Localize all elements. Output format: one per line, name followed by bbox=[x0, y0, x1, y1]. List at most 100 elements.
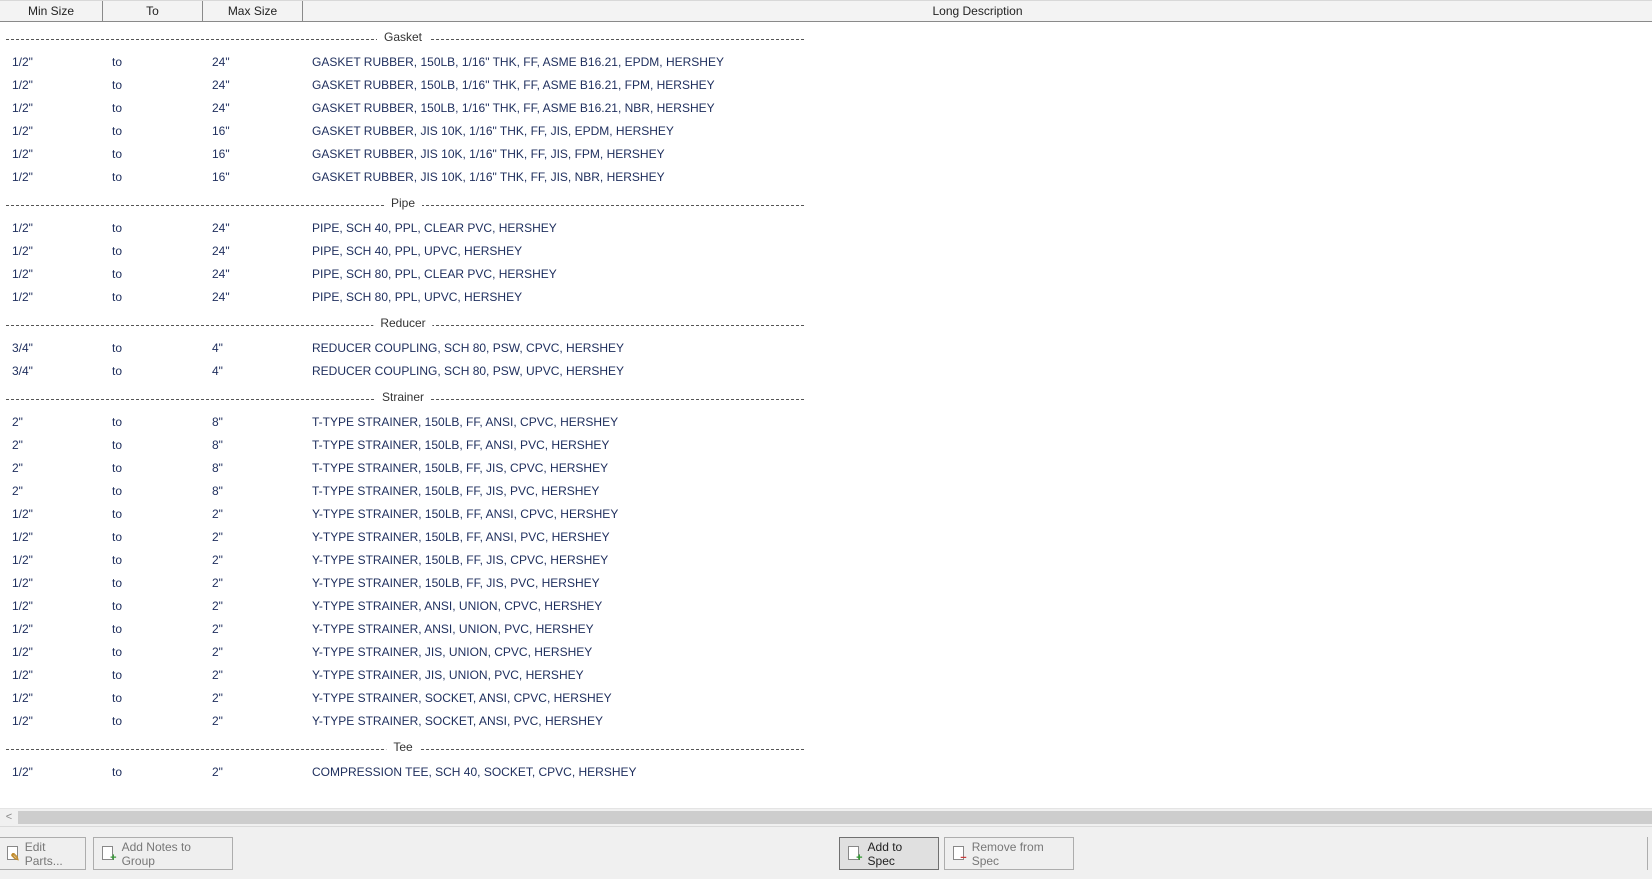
add-note-icon: + bbox=[101, 845, 117, 863]
min-size-cell: 1/2" bbox=[12, 290, 33, 304]
to-cell: to bbox=[112, 599, 123, 613]
long-description-cell: GASKET RUBBER, JIS 10K, 1/16" THK, FF, J… bbox=[312, 147, 665, 161]
add-notes-to-group-button[interactable]: + Add Notes to Group bbox=[93, 837, 233, 870]
part-row[interactable]: 1/2" to 2" Y-TYPE STRAINER, SOCKET, ANSI, P… bbox=[0, 710, 1652, 733]
to-cell: to bbox=[112, 267, 123, 281]
part-row[interactable]: 1/2" to 2" Y-TYPE STRAINER, JIS, UNION, CPV… bbox=[0, 641, 1652, 664]
bottom-toolbar: ✎ Edit Parts... + Add Notes to Group + A… bbox=[0, 826, 1652, 879]
min-size-cell: 1/2" bbox=[12, 714, 33, 728]
part-row[interactable]: 2" to 8" T-TYPE STRAINER, 150LB, FF, ANSI, … bbox=[0, 411, 1652, 434]
to-cell: to bbox=[112, 290, 123, 304]
to-cell: to bbox=[112, 147, 123, 161]
add-to-spec-icon: + bbox=[847, 845, 863, 863]
min-size-cell: 1/2" bbox=[12, 553, 33, 567]
part-row[interactable]: 1/2" to 24" GASKET RUBBER, 150LB, 1/16" THK… bbox=[0, 74, 1652, 97]
part-row[interactable]: 1/2" to 16" GASKET RUBBER, JIS 10K, 1/16" T… bbox=[0, 120, 1652, 143]
max-size-cell: 24" bbox=[212, 267, 230, 281]
part-row[interactable]: 1/2" to 2" Y-TYPE STRAINER, 150LB, FF, JIS,… bbox=[0, 572, 1652, 595]
part-row[interactable]: 2" to 8" T-TYPE STRAINER, 150LB, FF, ANSI, … bbox=[0, 434, 1652, 457]
long-description-cell: GASKET RUBBER, JIS 10K, 1/16" THK, FF, J… bbox=[312, 170, 665, 184]
column-header-to[interactable]: To bbox=[103, 1, 203, 21]
remove-from-spec-button[interactable]: − Remove from Spec bbox=[944, 837, 1074, 870]
to-cell: to bbox=[112, 622, 123, 636]
scrollbar-thumb[interactable] bbox=[18, 811, 1652, 824]
min-size-cell: 2" bbox=[12, 461, 23, 475]
to-cell: to bbox=[112, 507, 123, 521]
part-row[interactable]: 2" to 8" T-TYPE STRAINER, 150LB, FF, JIS, P… bbox=[0, 480, 1652, 503]
group-label: Pipe bbox=[383, 196, 423, 210]
to-cell: to bbox=[112, 415, 123, 429]
long-description-cell: REDUCER COUPLING, SCH 80, PSW, CPVC, HER… bbox=[312, 341, 625, 355]
group-label: Strainer bbox=[374, 390, 432, 404]
long-description-cell: PIPE, SCH 80, PPL, CLEAR PVC, HERSHEY bbox=[312, 267, 557, 281]
min-size-cell: 1/2" bbox=[12, 691, 33, 705]
long-description-cell: T-TYPE STRAINER, 150LB, FF, JIS, CPVC, H… bbox=[312, 461, 609, 475]
to-cell: to bbox=[112, 691, 123, 705]
add-to-spec-button[interactable]: + Add to Spec bbox=[839, 837, 939, 870]
max-size-cell: 2" bbox=[212, 576, 223, 590]
long-description-cell: T-TYPE STRAINER, 150LB, FF, JIS, PVC, HE… bbox=[312, 484, 600, 498]
part-row[interactable]: 1/2" to 2" Y-TYPE STRAINER, ANSI, UNION, PV… bbox=[0, 618, 1652, 641]
part-row[interactable]: 1/2" to 2" Y-TYPE STRAINER, JIS, UNION, PVC… bbox=[0, 664, 1652, 687]
column-header-long-description[interactable]: Long Description bbox=[303, 1, 1652, 21]
to-cell: to bbox=[112, 461, 123, 475]
max-size-cell: 24" bbox=[212, 55, 230, 69]
group-label: Reducer bbox=[373, 316, 433, 330]
long-description-cell: Y-TYPE STRAINER, ANSI, UNION, PVC, HERSH… bbox=[312, 622, 594, 636]
part-row[interactable]: 1/2" to 24" GASKET RUBBER, 150LB, 1/16" THK… bbox=[0, 97, 1652, 120]
part-row[interactable]: 3/4" to 4" REDUCER COUPLING, SCH 80, PSW, U… bbox=[0, 360, 1652, 383]
part-row[interactable]: 1/2" to 2" Y-TYPE STRAINER, SOCKET, ANSI, C… bbox=[0, 687, 1652, 710]
max-size-cell: 24" bbox=[212, 221, 230, 235]
part-row[interactable]: 1/2" to 24" PIPE, SCH 40, PPL, UPVC, HERSHE… bbox=[0, 240, 1652, 263]
min-size-cell: 3/4" bbox=[12, 341, 33, 355]
to-cell: to bbox=[112, 484, 123, 498]
max-size-cell: 4" bbox=[212, 364, 223, 378]
min-size-cell: 1/2" bbox=[12, 101, 33, 115]
part-row[interactable]: 1/2" to 24" GASKET RUBBER, 150LB, 1/16" THK… bbox=[0, 51, 1652, 74]
max-size-cell: 16" bbox=[212, 147, 230, 161]
to-cell: to bbox=[112, 765, 123, 779]
long-description-cell: GASKET RUBBER, 150LB, 1/16" THK, FF, ASM… bbox=[312, 78, 715, 92]
long-description-cell: COMPRESSION TEE, SCH 40, SOCKET, CPVC, H… bbox=[312, 765, 637, 779]
part-row[interactable]: 3/4" to 4" REDUCER COUPLING, SCH 80, PSW, C… bbox=[0, 337, 1652, 360]
part-row[interactable]: 1/2" to 24" PIPE, SCH 80, PPL, UPVC, HERSHE… bbox=[0, 286, 1652, 309]
to-cell: to bbox=[112, 55, 123, 69]
part-row[interactable]: 1/2" to 2" COMPRESSION TEE, SCH 40, SOCKET,… bbox=[0, 761, 1652, 784]
min-size-cell: 1/2" bbox=[12, 645, 33, 659]
max-size-cell: 2" bbox=[212, 599, 223, 613]
horizontal-scrollbar[interactable]: < bbox=[0, 808, 1652, 826]
part-row[interactable]: 2" to 8" T-TYPE STRAINER, 150LB, FF, JIS, C… bbox=[0, 457, 1652, 480]
to-cell: to bbox=[112, 645, 123, 659]
max-size-cell: 2" bbox=[212, 691, 223, 705]
long-description-cell: Y-TYPE STRAINER, 150LB, FF, ANSI, CPVC, … bbox=[312, 507, 619, 521]
column-header-min-size[interactable]: Min Size bbox=[0, 1, 103, 21]
long-description-cell: GASKET RUBBER, 150LB, 1/16" THK, FF, ASM… bbox=[312, 55, 724, 69]
to-cell: to bbox=[112, 221, 123, 235]
group-separator: Strainer bbox=[0, 388, 804, 411]
long-description-cell: Y-TYPE STRAINER, 150LB, FF, JIS, CPVC, H… bbox=[312, 553, 609, 567]
part-row[interactable]: 1/2" to 16" GASKET RUBBER, JIS 10K, 1/16" T… bbox=[0, 166, 1652, 189]
column-header-max-size[interactable]: Max Size bbox=[203, 1, 303, 21]
edit-parts-label: Edit Parts... bbox=[24, 839, 63, 868]
scroll-left-icon[interactable]: < bbox=[2, 810, 16, 824]
part-row[interactable]: 1/2" to 16" GASKET RUBBER, JIS 10K, 1/16" T… bbox=[0, 143, 1652, 166]
max-size-cell: 8" bbox=[212, 438, 223, 452]
part-row[interactable]: 1/2" to 2" Y-TYPE STRAINER, 150LB, FF, JIS,… bbox=[0, 549, 1652, 572]
to-cell: to bbox=[112, 170, 123, 184]
part-row[interactable]: 1/2" to 2" Y-TYPE STRAINER, 150LB, FF, ANSI… bbox=[0, 503, 1652, 526]
to-cell: to bbox=[112, 101, 123, 115]
part-row[interactable]: 1/2" to 2" Y-TYPE STRAINER, ANSI, UNION, CP… bbox=[0, 595, 1652, 618]
part-row[interactable]: 1/2" to 2" Y-TYPE STRAINER, 150LB, FF, ANSI… bbox=[0, 526, 1652, 549]
to-cell: to bbox=[112, 341, 123, 355]
max-size-cell: 16" bbox=[212, 170, 230, 184]
part-row[interactable]: 1/2" to 24" PIPE, SCH 80, PPL, CLEAR PVC, H… bbox=[0, 263, 1652, 286]
group-separator: Gasket bbox=[0, 28, 804, 51]
parts-list: Gasket 1/2" to 24" GASKET RUBBER, 150LB, 1/1… bbox=[0, 23, 1652, 784]
max-size-cell: 24" bbox=[212, 244, 230, 258]
max-size-cell: 8" bbox=[212, 461, 223, 475]
edit-parts-button[interactable]: ✎ Edit Parts... bbox=[0, 837, 86, 870]
min-size-cell: 1/2" bbox=[12, 622, 33, 636]
part-row[interactable]: 1/2" to 24" PIPE, SCH 40, PPL, CLEAR PVC, H… bbox=[0, 217, 1652, 240]
long-description-cell: T-TYPE STRAINER, 150LB, FF, ANSI, CPVC, … bbox=[312, 415, 619, 429]
min-size-cell: 1/2" bbox=[12, 765, 33, 779]
